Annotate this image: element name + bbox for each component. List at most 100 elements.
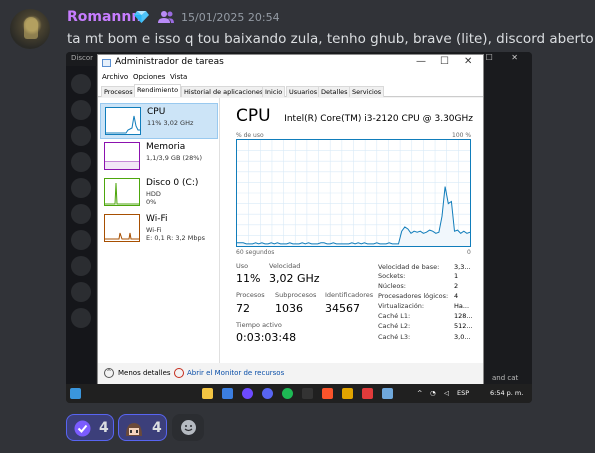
windows-start-icon[interactable]: [70, 388, 81, 399]
brave-icon[interactable]: [322, 388, 333, 399]
menu-vista[interactable]: Vista: [170, 73, 187, 81]
tab-servicios[interactable]: Servicios: [349, 86, 385, 97]
proton-vpn-icon[interactable]: [242, 388, 253, 399]
spec-label: Procesadores lógicos:: [378, 292, 449, 300]
sidebar-item-wifi[interactable]: Wi-Fi Wi-Fi E: 0,1 R: 3,2 Mbps: [100, 211, 218, 247]
menu-archivo[interactable]: Archivo: [102, 73, 128, 81]
resource-monitor-link[interactable]: Abrir el Monitor de recursos: [187, 369, 284, 377]
wifi-mini-graph: [104, 214, 140, 242]
tab-detalles[interactable]: Detalles: [318, 86, 351, 97]
tab-historial[interactable]: Historial de aplicaciones: [181, 86, 267, 97]
tiempo-activo-label: Tiempo activo: [236, 321, 282, 329]
network-icon[interactable]: ◔: [430, 389, 436, 397]
task-manager-app-icon: [102, 59, 111, 67]
server-icon: [71, 230, 91, 250]
anime-face-emoji-icon: [126, 423, 142, 436]
server-icon: [71, 152, 91, 172]
velocidad-value: 3,02 GHz: [269, 272, 320, 285]
resource-sidebar: CPU 11% 3,02 GHz Memoria 1,1/3,9 GB (28%…: [98, 98, 220, 363]
close-button[interactable]: ✕: [464, 56, 472, 67]
uso-label: Uso: [236, 262, 249, 270]
menu-opciones[interactable]: Opciones: [133, 73, 165, 81]
spec-label: Virtualización:: [378, 302, 425, 310]
background-right-panel: and cat: [482, 66, 532, 384]
spec-label: Sockets:: [378, 272, 406, 280]
task-manager-titlebar: Administrador de tareas — ☐ ✕: [98, 55, 483, 71]
procesos-value: 72: [236, 302, 250, 315]
username[interactable]: Romannn: [67, 9, 141, 25]
group-icon[interactable]: [157, 10, 175, 24]
memory-mini-graph: [104, 142, 140, 170]
sidebar-item-detail-2: E: 0,1 R: 3,2 Mbps: [146, 234, 205, 242]
graph-bottom-left-label: 60 segundos: [236, 249, 275, 256]
photo-icon[interactable]: [222, 388, 233, 399]
page-title: CPU: [236, 106, 271, 126]
tab-usuarios[interactable]: Usuarios: [286, 86, 321, 97]
graph-top-left-label: % de uso: [236, 132, 264, 139]
cpu-mini-graph: [105, 107, 141, 135]
subprocesos-label: Subprocesos: [275, 291, 317, 299]
sidebar-item-name: CPU: [147, 107, 166, 117]
language-indicator[interactable]: ESP: [457, 389, 469, 397]
reaction-count: 4: [99, 420, 109, 436]
file-explorer-icon[interactable]: [202, 388, 213, 399]
spec-label: Velocidad de base:: [378, 263, 440, 271]
subprocesos-value: 1036: [275, 302, 303, 315]
server-icon: [71, 204, 91, 224]
sidebar-item-detail: Wi-Fi: [146, 226, 162, 234]
sidebar-item-name: Wi-Fi: [146, 214, 168, 224]
tray-chevron-icon[interactable]: ^: [417, 389, 422, 397]
xbox-icon[interactable]: [302, 388, 313, 399]
discord-icon[interactable]: [262, 388, 273, 399]
add-reaction-button[interactable]: [172, 414, 204, 441]
velocidad-label: Velocidad: [269, 262, 301, 270]
chevron-up-icon[interactable]: ^: [104, 368, 114, 378]
graph-top-right-label: 100 %: [452, 132, 472, 139]
spec-value: 3,0...: [454, 333, 471, 341]
clock[interactable]: 6:54 p. m.: [490, 389, 523, 397]
volume-icon[interactable]: ◁: [444, 389, 449, 397]
server-icon: [71, 126, 91, 146]
minimize-button[interactable]: —: [416, 56, 426, 67]
tab-procesos[interactable]: Procesos: [101, 86, 136, 97]
cpu-usage-graph: [236, 139, 471, 247]
sidebar-item-detail: 1,1/3,9 GB (28%): [146, 154, 203, 162]
tab-inicio[interactable]: Inicio: [262, 86, 286, 97]
reaction-anime-face[interactable]: 4: [118, 414, 167, 441]
sidebar-item-disco[interactable]: Disco 0 (C:) HDD 0%: [100, 175, 218, 211]
menu-bar: Archivo Opciones Vista: [98, 71, 483, 84]
server-icon: [71, 100, 91, 120]
tiempo-activo-value: 0:03:03:48: [236, 331, 297, 344]
spec-label: Caché L2:: [378, 322, 411, 330]
reaction-verified[interactable]: 4: [66, 414, 114, 441]
sidebar-item-detail-2: 0%: [146, 198, 157, 206]
sidebar-item-memoria[interactable]: Memoria 1,1/3,9 GB (28%): [100, 139, 218, 175]
disk-mini-graph: [104, 178, 140, 206]
graph-bottom-right-label: 0: [467, 249, 471, 256]
spec-value: 3,3...: [454, 263, 471, 271]
verified-check-emoji-icon: [74, 420, 91, 437]
spec-label: Núcleos:: [378, 282, 406, 290]
spotify-icon[interactable]: [282, 388, 293, 399]
nitro-gem-icon[interactable]: [134, 10, 149, 24]
zula-icon[interactable]: [342, 388, 353, 399]
spec-value: Ha...: [454, 302, 470, 310]
taskmanager-icon[interactable]: [382, 388, 393, 399]
server-icon: [71, 178, 91, 198]
uso-value: 11%: [236, 272, 261, 285]
fewer-details-link[interactable]: Menos detalles: [118, 369, 171, 377]
server-icon: [71, 256, 91, 276]
maximize-button[interactable]: ☐: [440, 56, 449, 67]
server-icon: [71, 308, 91, 328]
sidebar-item-cpu[interactable]: CPU 11% 3,02 GHz: [100, 103, 218, 139]
spec-value: 128...: [454, 312, 473, 320]
blitz-icon[interactable]: [362, 388, 373, 399]
avatar[interactable]: [10, 9, 50, 49]
resource-monitor-icon[interactable]: [174, 368, 184, 378]
sidebar-item-detail: HDD: [146, 190, 161, 198]
message-timestamp: 15/01/2025 20:54: [181, 11, 280, 24]
sidebar-item-name: Memoria: [146, 142, 186, 152]
tab-rendimiento[interactable]: Rendimiento: [134, 84, 182, 97]
window-title: Administrador de tareas: [115, 57, 224, 67]
windows-taskbar: ^ ◔ ◁ ESP 6:54 p. m.: [66, 384, 532, 403]
